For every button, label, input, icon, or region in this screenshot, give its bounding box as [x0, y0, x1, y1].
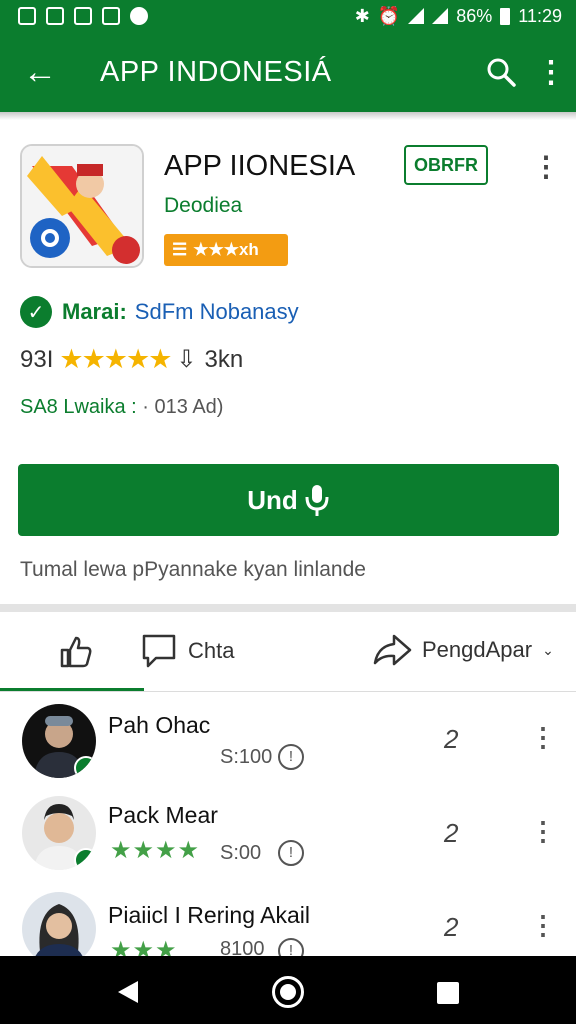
comment-author: Piaiicl I Rering Akail	[108, 902, 310, 928]
list-item[interactable]: Pack Mear ★★★★ S:00 ! 2 ⋮	[0, 792, 576, 888]
app-more-icon[interactable]: ⋮	[532, 150, 560, 186]
size-value: · 013 Ad)	[142, 396, 224, 418]
bluetooth-icon: ✱	[354, 5, 370, 26]
chevron-down-icon: ⌄	[542, 641, 554, 658]
notification-icons	[18, 7, 148, 25]
open-button[interactable]: OBRFR	[404, 145, 488, 185]
verified-label: Marai:	[62, 299, 127, 324]
clock: 11:29	[518, 5, 562, 26]
back-arrow-icon[interactable]: ←	[0, 53, 80, 92]
avatar	[22, 796, 96, 870]
editor-badge: ☰ ★★★xh	[164, 234, 288, 266]
comment-more-icon[interactable]: ⋮	[530, 722, 556, 753]
comment-more-icon[interactable]: ⋮	[530, 816, 556, 847]
size-row: SA8 Lwaika : · 013 Ad)	[20, 396, 223, 419]
badge-list-icon: ☰	[172, 240, 188, 259]
nav-home-icon[interactable]	[272, 976, 304, 1008]
overflow-menu-icon[interactable]: ⋮	[526, 55, 576, 90]
comment-like-count[interactable]: 2	[444, 912, 458, 943]
comment-author: Pah Ohac	[108, 712, 211, 738]
shop-notification-icon	[74, 7, 92, 25]
install-description: Tumal lewa pPyannake kyan linlande	[20, 558, 366, 581]
status-bar: ✱ ⏰ 86% 11:29	[0, 0, 576, 32]
badge-text: ★★★xh	[193, 240, 259, 259]
developer-link[interactable]: Deodiea	[164, 194, 242, 218]
verified-mini-icon	[74, 756, 96, 778]
clock-icon: !	[278, 840, 304, 866]
comment-author: Pack Mear	[108, 802, 218, 828]
clock-icon: !	[278, 744, 304, 770]
list-item[interactable]: Pah Ohac S:100 ! 2 ⋮	[0, 700, 576, 796]
tab-divider	[0, 691, 576, 692]
app-bar-shadow	[0, 112, 576, 120]
tab-comments-label: Chta	[188, 638, 235, 663]
comment-more-icon[interactable]: ⋮	[530, 910, 556, 941]
avatar	[22, 892, 96, 966]
like-tab-icon[interactable]	[56, 632, 96, 672]
nav-back-icon[interactable]	[118, 981, 138, 1003]
comment-time: S:00	[220, 842, 262, 864]
signal-icon	[408, 8, 425, 24]
microphone-icon	[305, 485, 329, 516]
comment-like-count[interactable]: 2	[444, 818, 458, 849]
avatar	[22, 704, 96, 778]
image-notification-icon	[102, 7, 120, 25]
section-divider	[0, 604, 576, 612]
signal-icon-2	[432, 8, 449, 24]
share-arrow-icon	[373, 634, 412, 666]
app-notification-icon	[46, 7, 64, 25]
app-bar: ← APP INDONESIÁ ⋮	[0, 32, 576, 112]
battery-percent: 86%	[456, 5, 493, 26]
app-icon	[20, 144, 144, 268]
rating-count: 93I	[20, 345, 54, 373]
app-title: APP IIONESIA	[164, 150, 356, 182]
system-icons: ✱ ⏰ 86% 11:29	[355, 6, 562, 27]
tab-share-label: PengdApar	[422, 637, 533, 662]
verified-row: ✓ Marai: SdFm Nobanasy	[20, 296, 299, 328]
gallery-icon	[18, 7, 36, 25]
comment-like-count[interactable]: 2	[444, 724, 458, 755]
tab-share[interactable]: PengdApar ⌄	[372, 632, 554, 668]
tab-comments[interactable]: Chta	[140, 632, 234, 670]
rating-row: 93I ★★★★★ ⇩ 3kn	[20, 344, 243, 375]
comment-icon	[142, 634, 176, 668]
comment-time: S:100	[220, 746, 273, 768]
size-label: SA8 Lwaika :	[20, 396, 137, 418]
battery-icon	[500, 7, 511, 25]
nav-recents-icon[interactable]	[437, 982, 459, 1004]
downloads-count: 3kn	[204, 345, 244, 373]
message-notification-icon	[130, 7, 148, 25]
install-button[interactable]: Und	[18, 464, 559, 536]
comment-stars: ★★★★	[110, 837, 201, 864]
install-label: Und	[247, 484, 298, 515]
download-icon: ⇩	[176, 346, 197, 373]
verified-check-icon: ✓	[20, 296, 52, 328]
app-bar-title: APP INDONESIÁ	[100, 55, 332, 88]
rating-stars: ★★★★★	[59, 344, 172, 374]
verified-mini-icon	[74, 848, 96, 870]
search-icon[interactable]	[476, 57, 526, 87]
verified-value[interactable]: SdFm Nobanasy	[135, 299, 299, 325]
alarm-icon: ⏰	[377, 5, 401, 26]
